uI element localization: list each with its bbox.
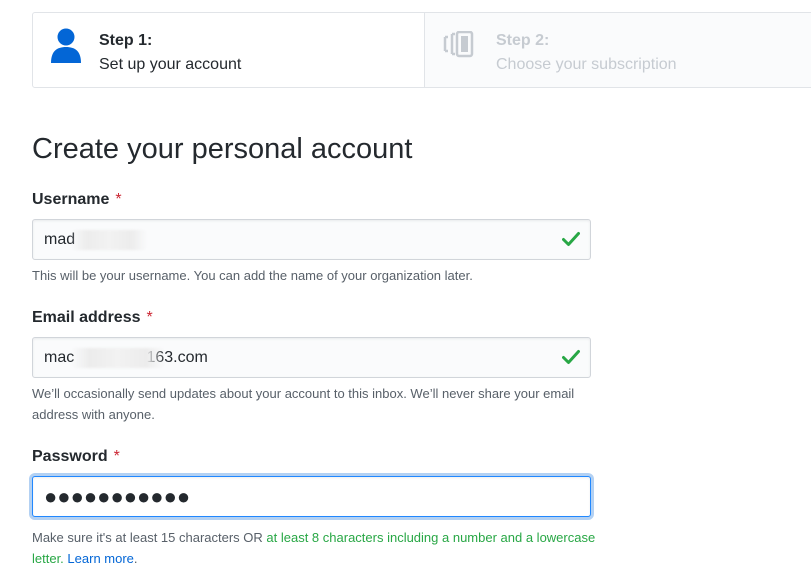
username-label-text: Username (32, 191, 110, 208)
password-label: Password * (32, 447, 120, 467)
subscription-icon (443, 30, 477, 71)
step-1-title: Step 1: (99, 32, 153, 49)
valid-check-icon (562, 349, 580, 365)
username-note: This will be your username. You can add … (32, 268, 473, 283)
redaction-blur (71, 230, 147, 250)
person-icon (49, 27, 83, 67)
email-label: Email address * (32, 308, 153, 328)
redaction-blur (71, 348, 165, 368)
username-input[interactable]: mad (32, 219, 591, 260)
step-2-subtitle: Choose your subscription (496, 56, 677, 73)
password-label-text: Password (32, 448, 108, 465)
password-note: Make sure it's at least 15 characters OR… (32, 527, 602, 569)
step-2-title: Step 2: (496, 32, 550, 49)
learn-more-link[interactable]: Learn more (67, 551, 133, 566)
email-label-text: Email address (32, 309, 141, 326)
username-label: Username * (32, 190, 122, 210)
signup-steps: Step 1: Set up your account Step 2: Choo… (32, 12, 811, 88)
step-2: Step 2: Choose your subscription (425, 13, 811, 87)
password-input[interactable]: ●●●●●●●●●●● (32, 476, 591, 517)
password-note-end: . (133, 551, 138, 566)
step-1-subtitle: Set up your account (99, 56, 242, 73)
page-title: Create your personal account (32, 133, 413, 165)
email-note: We’ll occasionally send updates about yo… (32, 386, 575, 422)
email-value-prefix: mac (44, 349, 75, 366)
required-marker: * (146, 309, 153, 326)
required-marker: * (113, 448, 120, 465)
password-note-text: Make sure it's at least 15 characters OR (32, 530, 267, 545)
step-1: Step 1: Set up your account (33, 13, 425, 87)
email-input[interactable]: mac @163.com (32, 337, 591, 378)
password-value: ●●●●●●●●●●● (44, 484, 191, 509)
valid-check-icon (562, 231, 580, 247)
required-marker: * (115, 191, 122, 208)
